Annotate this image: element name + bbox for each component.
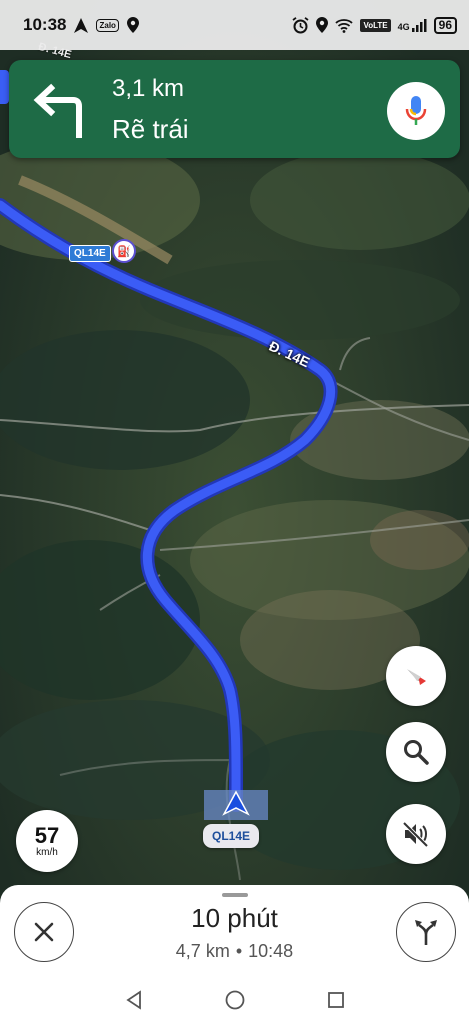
road-shield-upper: QL14E <box>69 245 111 262</box>
turn-left-icon <box>33 83 82 138</box>
network-type-label: 4G <box>397 21 410 32</box>
alternate-routes-icon <box>415 920 437 945</box>
navigation-arrow-icon <box>74 17 89 33</box>
trip-distance: 4,7 km <box>175 941 230 961</box>
status-time: 10:38 <box>23 15 67 34</box>
recent-apps-icon[interactable] <box>326 990 346 1010</box>
speedometer: 57 km/h <box>16 810 78 872</box>
mute-audio-button[interactable] <box>386 804 446 864</box>
alarm-icon <box>292 16 310 33</box>
separator-dot: • <box>235 941 243 961</box>
search-icon <box>404 740 429 765</box>
search-button[interactable] <box>386 722 446 782</box>
system-navigation-bar <box>0 975 469 1024</box>
gas-station-icon[interactable]: ⛽ <box>112 239 136 263</box>
maneuver-distance: 3,1 km <box>112 75 185 102</box>
speed-unit: km/h <box>36 846 58 858</box>
voice-search-button[interactable] <box>387 82 445 140</box>
maneuver-instruction: Rẽ trái <box>112 114 189 144</box>
current-speed: 57 <box>34 822 60 848</box>
location-icon <box>126 17 139 33</box>
volte-icon: VoLTE <box>360 18 391 32</box>
zalo-icon: Zalo <box>96 18 119 32</box>
arrival-time: 10:48 <box>248 941 294 961</box>
navigation-instruction-card[interactable]: 3,1 km Rẽ trái <box>9 60 460 158</box>
drag-handle[interactable] <box>222 893 248 897</box>
compass-icon <box>407 669 426 685</box>
microphone-icon <box>405 96 427 125</box>
location-icon <box>316 17 329 33</box>
wifi-icon <box>335 18 354 33</box>
speaker-mute-icon <box>402 821 429 848</box>
route-edge-indicator <box>0 70 9 104</box>
battery-icon: 96 <box>433 16 457 34</box>
home-icon[interactable] <box>224 989 246 1011</box>
alternate-routes-button[interactable] <box>396 902 456 962</box>
status-bar: 10:38 Zalo VoLTE 4G 96 <box>0 0 469 50</box>
signal-icon: 4G <box>397 18 427 32</box>
compass-button[interactable] <box>386 646 446 706</box>
back-icon[interactable] <box>124 989 144 1010</box>
current-road-shield: QL14E <box>203 824 260 848</box>
